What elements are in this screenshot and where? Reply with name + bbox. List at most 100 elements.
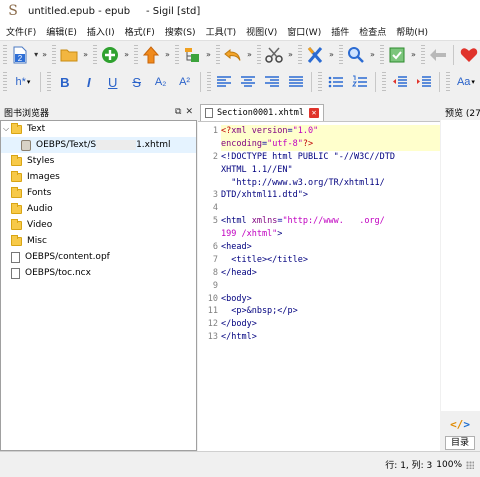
zoom-level[interactable]: 100% — [436, 460, 462, 470]
add-existing-icon[interactable] — [100, 44, 121, 66]
toolbar-grip[interactable] — [338, 44, 343, 65]
toolbar-grip[interactable] — [420, 44, 425, 65]
overflow-chevron-icon[interactable]: » — [83, 50, 88, 59]
cut-icon[interactable] — [264, 44, 285, 66]
toolbar-grip[interactable] — [92, 44, 97, 65]
toolbar-grip[interactable] — [3, 72, 7, 92]
panel-title: 图书浏览器 — [4, 108, 50, 119]
superscript-button[interactable]: A² — [174, 71, 196, 93]
tree-item-content-opf[interactable]: OEBPS/content.opf — [1, 249, 196, 265]
overflow-chevron-icon[interactable]: » — [206, 50, 211, 59]
chevron-down-icon: ▾ — [26, 78, 31, 86]
align-left-icon[interactable] — [214, 71, 236, 93]
menu-window[interactable]: 窗口(W) — [282, 25, 326, 38]
validate-icon[interactable] — [387, 44, 408, 66]
overflow-chevron-icon[interactable]: » — [165, 50, 170, 59]
toolbar-grip[interactable] — [382, 72, 387, 92]
toolbar-grip[interactable] — [379, 44, 384, 65]
move-up-icon[interactable] — [141, 44, 162, 66]
menu-checkpoints[interactable]: 检查点 — [354, 25, 391, 38]
menu-file[interactable]: 文件(F) — [0, 25, 41, 38]
find-icon[interactable] — [346, 44, 367, 66]
overflow-chevron-icon[interactable]: » — [247, 50, 252, 59]
chevron-down-icon[interactable]: ▾ — [34, 50, 38, 59]
toolbar-grip[interactable] — [52, 44, 56, 65]
close-tab-icon[interactable]: ✕ — [309, 108, 319, 118]
toolbar-grip[interactable] — [174, 44, 179, 65]
meta-editor-icon[interactable] — [305, 44, 326, 66]
overflow-chevron-icon[interactable]: » — [370, 50, 375, 59]
align-right-icon[interactable] — [261, 71, 283, 93]
toolbar-grip[interactable] — [206, 72, 211, 92]
code-view[interactable]: 1 2 3 4 5 6 7 8 9 10 11 12 13 <?xml vers… — [198, 122, 440, 451]
book-browser-header: 图书浏览器 ⧉ ✕ — [0, 104, 197, 120]
toolbar-grip[interactable] — [318, 72, 323, 92]
menu-edit[interactable]: 编辑(E) — [41, 25, 82, 38]
text-case-dropdown[interactable]: Aa ▾ — [453, 71, 479, 93]
code-line: DTD/xhtml11.dtd"> — [221, 190, 308, 201]
float-panel-icon[interactable]: ⧉ — [175, 107, 181, 117]
tree-item-images-folder[interactable]: Images — [1, 169, 196, 185]
menu-plugins[interactable]: 插件 — [326, 25, 354, 38]
sigil-logo-icon: S — [8, 3, 18, 19]
tree-view-icon[interactable] — [182, 44, 203, 66]
add-file-icon[interactable]: 2 — [10, 44, 31, 66]
italic-button[interactable]: I — [78, 71, 100, 93]
toolbar-grip[interactable] — [215, 44, 220, 65]
heading-dropdown[interactable]: h* ▾ — [10, 71, 36, 93]
toolbar-grip[interactable] — [46, 72, 51, 92]
toolbar-separator — [452, 44, 454, 65]
overflow-chevron-icon[interactable]: » — [329, 50, 334, 59]
tree-item-audio-folder[interactable]: Audio — [1, 201, 196, 217]
menu-search[interactable]: 搜索(S) — [160, 25, 201, 38]
increase-indent-icon[interactable] — [413, 71, 435, 93]
chevron-down-icon[interactable]: ⌵ — [1, 124, 11, 134]
case-label: Aa — [456, 76, 471, 88]
back-icon[interactable] — [428, 44, 449, 66]
menu-insert[interactable]: 插入(I) — [82, 25, 120, 38]
menu-help[interactable]: 帮助(H) — [391, 25, 433, 38]
overflow-chevron-icon[interactable]: » — [288, 50, 293, 59]
subscript-button[interactable]: A₂ — [150, 71, 172, 93]
sigil-window: S untitled.epub - epub - Sigil [std] 文件(… — [0, 0, 480, 477]
undo-icon[interactable] — [223, 44, 244, 66]
strikethrough-button[interactable]: S — [126, 71, 148, 93]
align-center-icon[interactable] — [237, 71, 259, 93]
line-number — [198, 177, 218, 190]
numbered-list-icon[interactable] — [349, 71, 371, 93]
code-view-icon[interactable]: </> — [443, 414, 477, 434]
tree-item-section-file[interactable]: OEBPS/Text/S 1.xhtml — [1, 137, 196, 153]
menu-view[interactable]: 视图(V) — [241, 25, 282, 38]
line-number: 3 — [212, 190, 218, 201]
book-tree: ⌵ Text OEBPS/Text/S 1.xhtml Styles Image… — [0, 120, 197, 451]
menu-tools[interactable]: 工具(T) — [201, 25, 242, 38]
decrease-indent-icon[interactable] — [389, 71, 411, 93]
tree-item-fonts-folder[interactable]: Fonts — [1, 185, 196, 201]
tree-item-misc-folder[interactable]: Misc — [1, 233, 196, 249]
resize-grip-icon[interactable] — [466, 460, 474, 469]
bold-button[interactable]: B — [54, 71, 76, 93]
donate-heart-icon[interactable] — [458, 44, 479, 66]
align-justify-icon[interactable] — [285, 71, 307, 93]
toolbar-grip[interactable] — [256, 44, 261, 65]
toolbar-grip[interactable] — [445, 72, 450, 92]
toolbar-grip[interactable] — [297, 44, 302, 65]
code-line: <title></title> — [221, 254, 308, 265]
tree-item-toc-ncx[interactable]: OEBPS/toc.ncx — [1, 265, 196, 281]
menu-format[interactable]: 格式(F) — [120, 25, 160, 38]
close-panel-icon[interactable]: ✕ — [185, 107, 193, 117]
toolbar-grip[interactable] — [133, 44, 138, 65]
overflow-chevron-icon[interactable]: » — [124, 50, 129, 59]
tab-section0001[interactable]: Section0001.xhtml ✕ — [200, 104, 324, 121]
tree-item-styles-folder[interactable]: Styles — [1, 153, 196, 169]
open-folder-icon[interactable] — [59, 44, 80, 66]
tab-toc[interactable]: 目录 — [445, 436, 475, 450]
tree-item-text-folder[interactable]: ⌵ Text — [1, 121, 196, 137]
toolbar-grip[interactable] — [3, 44, 7, 65]
title-bar: S untitled.epub - epub - Sigil [std] — [0, 0, 480, 22]
overflow-chevron-icon[interactable]: » — [42, 50, 47, 59]
tree-item-video-folder[interactable]: Video — [1, 217, 196, 233]
bullet-list-icon[interactable] — [325, 71, 347, 93]
overflow-chevron-icon[interactable]: » — [411, 50, 416, 59]
underline-button[interactable]: U — [102, 71, 124, 93]
